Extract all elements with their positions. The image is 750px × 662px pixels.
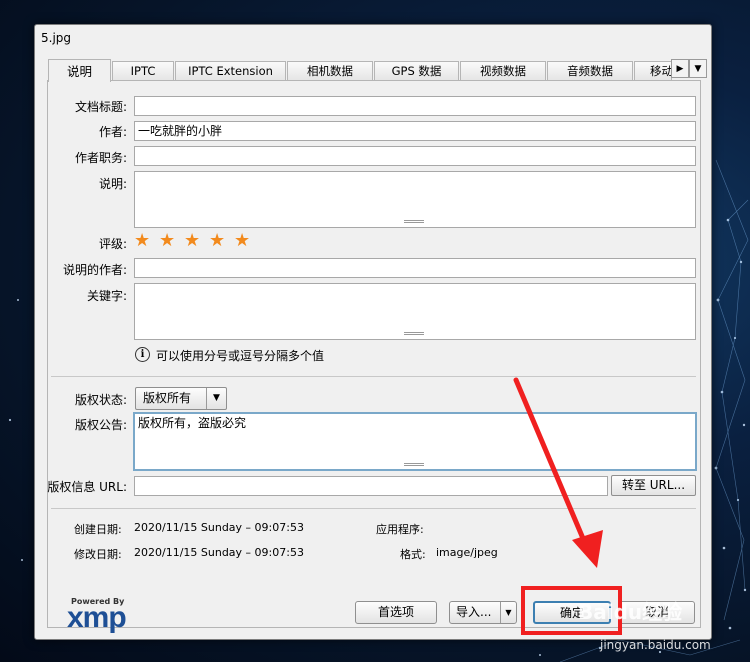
watermark-brand: Baidu经验: [578, 600, 683, 624]
watermark-url: jingyan.baidu.com: [600, 638, 711, 652]
tab-description[interactable]: 说明: [48, 59, 111, 82]
annotation-arrow: [513, 377, 603, 568]
